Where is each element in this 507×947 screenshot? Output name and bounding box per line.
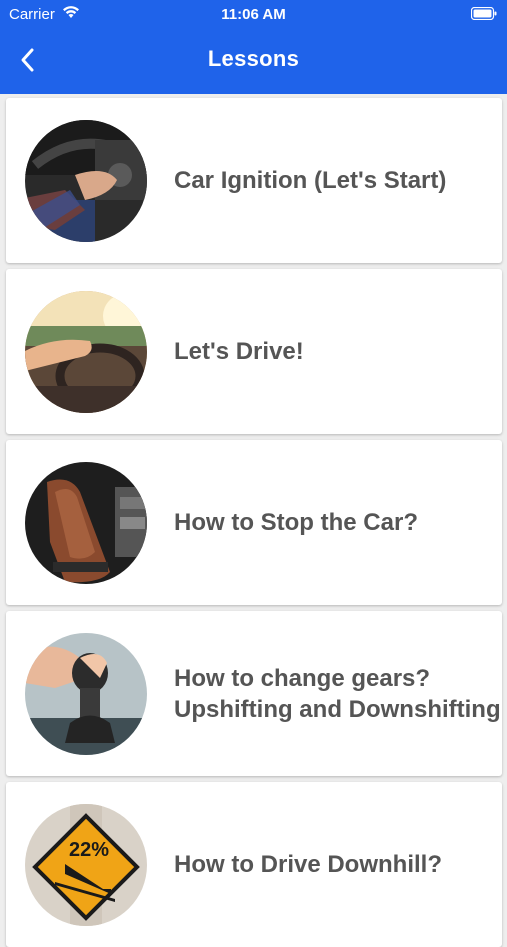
downhill-sign-photo: 22% [25, 804, 147, 926]
gear-shift-photo [25, 633, 147, 755]
sign-text: 22% [69, 839, 109, 861]
lesson-title-line-2: Upshifting and Downshifting [174, 695, 501, 723]
lesson-card-stop[interactable]: How to Stop the Car? [6, 440, 502, 605]
app-header: Carrier 11:06 AM Lessons [0, 0, 507, 94]
brake-pedal-photo [25, 462, 147, 584]
lesson-card-ignition[interactable]: Car Ignition (Let's Start) [6, 98, 502, 263]
lesson-title-line-1: How to change gears? [174, 664, 431, 692]
lesson-card-downhill[interactable]: 22% How to Drive Downhill? [6, 782, 502, 947]
lesson-title: How to Stop the Car? [174, 509, 418, 536]
lesson-card-drive[interactable]: Let's Drive! [6, 269, 502, 434]
battery-icon [470, 6, 497, 24]
status-time: 11:06 AM [221, 6, 286, 23]
status-bar: Carrier 11:06 AM [0, 0, 507, 30]
lesson-card-gears[interactable]: How to change gears? Upshifting and Down… [6, 611, 502, 776]
steering-wheel-photo [25, 291, 147, 413]
car-ignition-photo [25, 120, 147, 242]
page-title: Lessons [207, 46, 300, 71]
lesson-title: How to change gears? Upshifting and Down… [174, 611, 502, 776]
lesson-title: How to Drive Downhill? [174, 851, 442, 878]
lesson-title: Car Ignition (Let's Start) [174, 167, 447, 194]
lesson-title: Let's Drive! [174, 338, 304, 365]
navigation-bar: Lessons [0, 30, 507, 94]
